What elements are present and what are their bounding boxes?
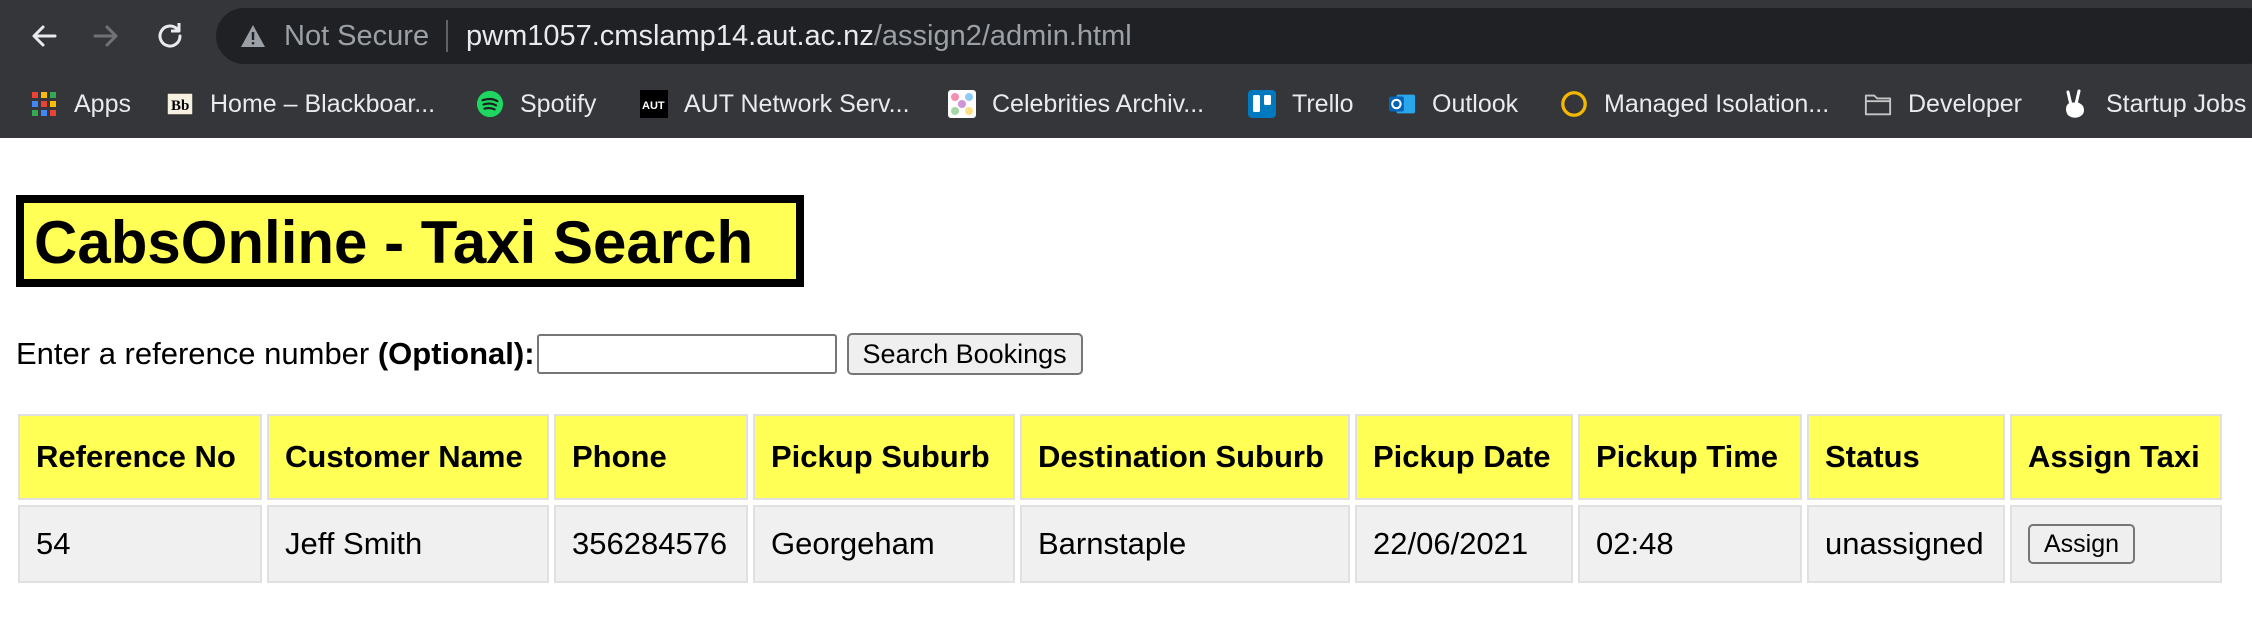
peace-hand-icon [2062,89,2090,118]
table-row: 54 Jeff Smith 356284576 Georgeham Barnst… [18,505,2222,583]
address-bar[interactable]: Not Secure pwm1057.cmslamp14.aut.ac.nz/a… [216,8,2252,64]
cell-status: unassigned [1807,505,2005,583]
search-label-optional: (Optional): [377,336,535,371]
bookmark-outlook[interactable]: Outlook [1388,86,1518,122]
forward-button[interactable] [86,16,126,56]
cell-pickup-suburb: Georgeham [753,505,1015,583]
reload-button[interactable] [150,16,190,56]
bookmark-label: Outlook [1432,90,1519,118]
cell-assign-taxi: Assign [2010,505,2222,583]
forward-arrow-icon [93,25,118,47]
header-customer-name: Customer Name [267,414,549,500]
search-form: Enter a reference number (Optional): Sea… [16,332,1083,376]
bookmark-label: Apps [74,90,131,118]
bookmark-label: Spotify [520,90,597,118]
header-destination-suburb: Destination Suburb [1020,414,1350,500]
aut-icon: AUT [640,90,668,118]
blackboard-icon: Bb [166,90,194,118]
cell-phone: 356284576 [554,505,748,583]
cell-reference-no: 54 [18,505,262,583]
bookmark-label: Managed Isolation... [1604,90,1830,118]
header-pickup-date: Pickup Date [1355,414,1573,500]
header-pickup-suburb: Pickup Suburb [753,414,1015,500]
header-phone: Phone [554,414,748,500]
svg-text:Bb: Bb [171,98,189,114]
omnibox-divider [446,20,448,52]
bookmark-label: Home – Blackboar... [210,90,436,118]
cell-customer-name: Jeff Smith [267,505,549,583]
svg-text:AUT: AUT [642,100,665,112]
reload-icon [158,23,182,48]
bookings-table: Reference No Customer Name Phone Pickup … [13,409,2227,588]
circle-icon [1560,90,1588,118]
bookmark-spotify[interactable]: Spotify [476,86,596,122]
bookmark-label: Celebrities Archiv... [992,90,1205,118]
bookmark-label: AUT Network Serv... [684,90,910,118]
url-path: /assign2/admin.html [873,20,1132,52]
apps-grid-icon [30,90,58,118]
bookmark-apps[interactable]: Apps [30,86,131,122]
url-host: pwm1057.cmslamp14.aut.ac.nz [466,20,874,52]
bookmark-celebrities[interactable]: Celebrities Archiv... [948,86,1204,122]
warning-icon[interactable] [240,24,266,48]
bookmark-startup-jobs[interactable]: Startup Jobs [2062,86,2246,122]
trello-icon [1248,90,1276,118]
header-status: Status [1807,414,2005,500]
bookmark-trello[interactable]: Trello [1248,86,1354,122]
spotify-icon [476,90,504,118]
bookmark-blackboard[interactable]: Bb Home – Blackboar... [166,86,435,122]
page-title: CabsOnline - Taxi Search [34,209,754,276]
bookmark-aut-network[interactable]: AUT AUT Network Serv... [640,86,910,122]
bookmarks-bar: Apps Bb Home – Blackboar... Spotify AUT … [0,72,2252,138]
folder-icon [1864,90,1892,118]
search-bookings-button[interactable]: Search Bookings [846,333,1083,375]
back-arrow-icon [32,25,57,47]
browser-toolbar: Not Secure pwm1057.cmslamp14.aut.ac.nz/a… [0,0,2252,72]
cell-destination-suburb: Barnstaple [1020,505,1350,583]
url-text[interactable]: pwm1057.cmslamp14.aut.ac.nz/assign2/admi… [466,20,1132,52]
reference-number-input[interactable] [536,334,837,374]
bookmark-managed-isolation[interactable]: Managed Isolation... [1560,86,1829,122]
bookmark-label: Trello [1292,90,1354,118]
assign-button[interactable]: Assign [2028,524,2136,565]
bookmark-label: Developer [1908,90,2022,118]
celebrities-icon [948,90,976,118]
page-title-box: CabsOnline - Taxi Search [16,195,804,287]
browser-chrome: Not Secure pwm1057.cmslamp14.aut.ac.nz/a… [0,0,2252,138]
header-assign-taxi: Assign Taxi [2010,414,2222,500]
header-pickup-time: Pickup Time [1578,414,1802,500]
table-header-row: Reference No Customer Name Phone Pickup … [18,414,2222,500]
header-reference-no: Reference No [18,414,262,500]
cell-pickup-date: 22/06/2021 [1355,505,1573,583]
back-button[interactable] [24,16,64,56]
bookmark-developer[interactable]: Developer [1864,86,2022,122]
outlook-icon [1388,90,1416,118]
bookmark-label: Startup Jobs [2106,90,2247,118]
search-label-text: Enter a reference number [16,336,378,371]
search-label: Enter a reference number (Optional): [16,336,535,372]
cell-pickup-time: 02:48 [1578,505,1802,583]
security-label[interactable]: Not Secure [284,20,429,52]
